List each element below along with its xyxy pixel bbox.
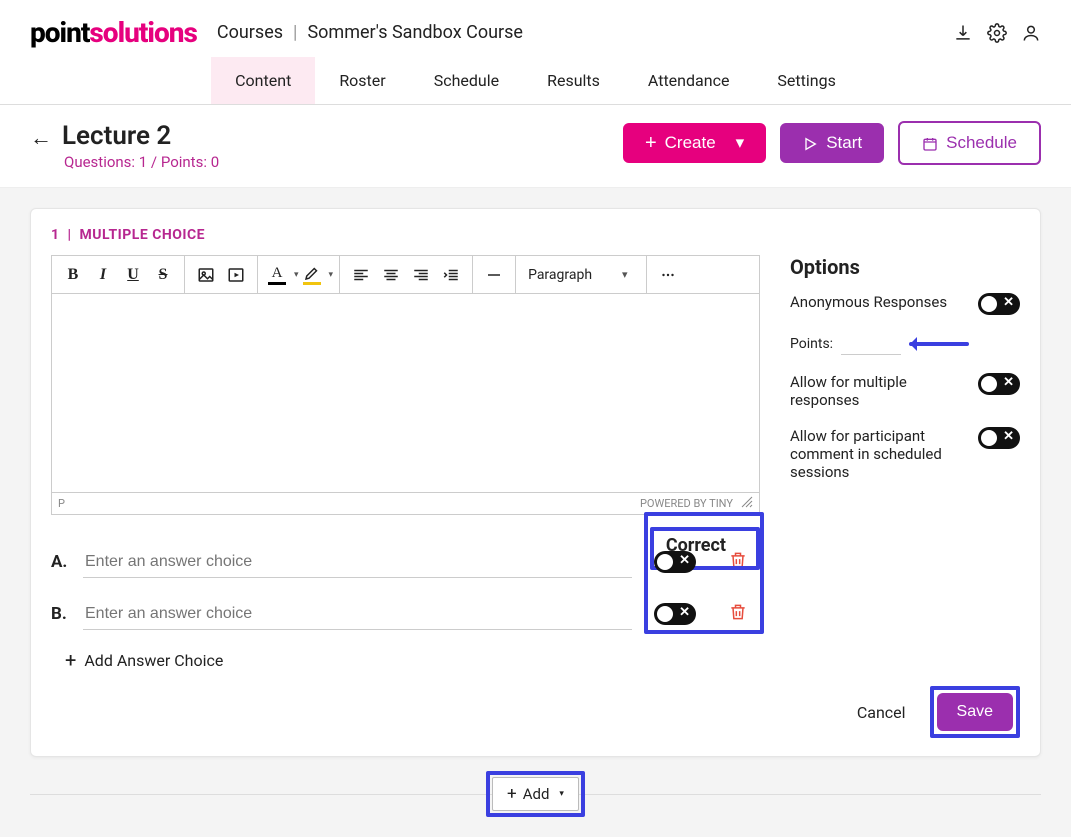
card-actions: Cancel Save xyxy=(51,686,1020,738)
insert-image-button[interactable] xyxy=(191,260,221,290)
create-button-label: Create xyxy=(665,133,716,153)
content-canvas: 1 | MULTIPLE CHOICE B I U S xyxy=(0,188,1071,837)
play-icon xyxy=(802,133,818,153)
add-question-button[interactable]: + Add ▾ xyxy=(492,777,579,811)
page-subtitle: Questions: 1 / Points: 0 xyxy=(64,153,219,171)
download-icon[interactable] xyxy=(953,23,973,43)
schedule-button-label: Schedule xyxy=(946,133,1017,153)
add-answer-choice-button[interactable]: + Add Answer Choice xyxy=(65,650,760,670)
align-center-button[interactable] xyxy=(376,260,406,290)
schedule-button[interactable]: Schedule xyxy=(898,121,1041,165)
start-button-label: Start xyxy=(826,133,862,153)
question-card: 1 | MULTIPLE CHOICE B I U S xyxy=(30,208,1041,757)
answer-input[interactable] xyxy=(83,547,632,578)
cancel-button[interactable]: Cancel xyxy=(857,703,906,722)
format-select-label: Paragraph xyxy=(528,267,592,283)
editor-column: B I U S A xyxy=(51,255,760,670)
answer-letter: B. xyxy=(51,604,71,624)
gear-icon[interactable] xyxy=(987,23,1007,43)
option-participant-comment: Allow for participant comment in schedul… xyxy=(790,427,1020,481)
highlight-add-button: + Add ▾ xyxy=(486,771,585,817)
page-title: Lecture 2 xyxy=(62,121,219,151)
question-text-editor[interactable] xyxy=(51,293,760,493)
editor-toolbar: B I U S A xyxy=(51,255,760,293)
breadcrumb-separator: | xyxy=(293,22,297,43)
caret-down-icon: ▾ xyxy=(559,789,564,799)
indent-button[interactable] xyxy=(436,260,466,290)
correct-toggle[interactable]: ✕ xyxy=(654,603,696,625)
delete-answer-button[interactable] xyxy=(728,602,748,626)
brand-point: point xyxy=(30,16,89,49)
answer-letter: A. xyxy=(51,552,71,572)
options-title: Options xyxy=(790,255,1020,279)
tab-settings[interactable]: Settings xyxy=(753,57,859,104)
anonymous-toggle[interactable]: ✕ xyxy=(978,293,1020,315)
tab-attendance[interactable]: Attendance xyxy=(624,57,754,104)
option-multiple-responses: Allow for multiple responses ✕ xyxy=(790,373,1020,409)
course-nav: Content Roster Schedule Results Attendan… xyxy=(0,57,1071,105)
option-anonymous: Anonymous Responses ✕ xyxy=(790,293,1020,315)
points-label: Points: xyxy=(790,336,833,352)
breadcrumb-root[interactable]: Courses xyxy=(217,22,283,43)
align-right-button[interactable] xyxy=(406,260,436,290)
tab-roster[interactable]: Roster xyxy=(315,57,409,104)
question-label: 1 | MULTIPLE CHOICE xyxy=(51,227,1020,243)
add-question-bar: + Add ▾ xyxy=(30,771,1041,817)
text-color-button[interactable]: A ▾ xyxy=(264,260,299,290)
more-button[interactable] xyxy=(653,260,683,290)
answer-row: B. ✕ xyxy=(51,588,760,640)
plus-icon: + xyxy=(645,133,657,153)
answers-section: Correct A. ✕ xyxy=(51,527,760,670)
correct-toggle[interactable]: ✕ xyxy=(654,551,696,573)
align-left-button[interactable] xyxy=(346,260,376,290)
top-bar-actions xyxy=(953,23,1041,43)
options-panel: Options Anonymous Responses ✕ Points: Al… xyxy=(790,255,1020,670)
add-question-label: Add xyxy=(523,785,550,803)
points-input[interactable] xyxy=(841,333,901,355)
italic-button[interactable]: I xyxy=(88,260,118,290)
format-select[interactable]: Paragraph ▾ xyxy=(516,257,646,293)
bold-button[interactable]: B xyxy=(58,260,88,290)
answer-input[interactable] xyxy=(83,599,632,630)
page-header: ← Lecture 2 Questions: 1 / Points: 0 + C… xyxy=(0,105,1071,188)
participant-comment-toggle[interactable]: ✕ xyxy=(978,427,1020,449)
brand-solutions: solutions xyxy=(89,16,196,49)
underline-button[interactable]: U xyxy=(118,260,148,290)
multiple-responses-toggle[interactable]: ✕ xyxy=(978,373,1020,395)
highlight-save-button: Save xyxy=(930,686,1020,738)
calendar-icon xyxy=(922,133,938,153)
insert-media-button[interactable] xyxy=(221,260,251,290)
horizontal-rule-button[interactable] xyxy=(479,260,509,290)
chevron-down-icon: ▾ xyxy=(622,268,628,281)
create-button[interactable]: + Create ▾ xyxy=(623,123,766,163)
user-icon[interactable] xyxy=(1021,23,1041,43)
editor-statusbar: P POWERED BY TINY xyxy=(51,493,760,515)
start-button[interactable]: Start xyxy=(780,123,884,163)
strikethrough-button[interactable]: S xyxy=(148,260,178,290)
option-points: Points: xyxy=(790,333,1020,355)
tab-schedule[interactable]: Schedule xyxy=(410,57,523,104)
back-arrow-icon[interactable]: ← xyxy=(30,125,52,151)
highlight-arrow-icon xyxy=(909,342,969,346)
editor-powered-by: POWERED BY TINY xyxy=(640,497,733,510)
highlight-color-button[interactable]: ▾ xyxy=(299,260,334,290)
top-bar: pointsolutions Courses | Sommer's Sandbo… xyxy=(0,0,1071,57)
save-button[interactable]: Save xyxy=(937,693,1013,731)
plus-icon: + xyxy=(507,784,517,804)
chevron-down-icon: ▾ xyxy=(329,270,334,280)
breadcrumb: Courses | Sommer's Sandbox Course xyxy=(217,22,523,43)
brand-logo: pointsolutions xyxy=(30,16,197,49)
caret-down-icon: ▾ xyxy=(736,133,745,153)
tab-content[interactable]: Content xyxy=(211,57,315,104)
editor-path: P xyxy=(58,497,65,510)
breadcrumb-course[interactable]: Sommer's Sandbox Course xyxy=(307,22,523,43)
tab-results[interactable]: Results xyxy=(523,57,624,104)
add-answer-choice-label: Add Answer Choice xyxy=(84,651,223,670)
resize-handle-icon[interactable] xyxy=(741,496,753,511)
plus-icon: + xyxy=(65,650,76,670)
